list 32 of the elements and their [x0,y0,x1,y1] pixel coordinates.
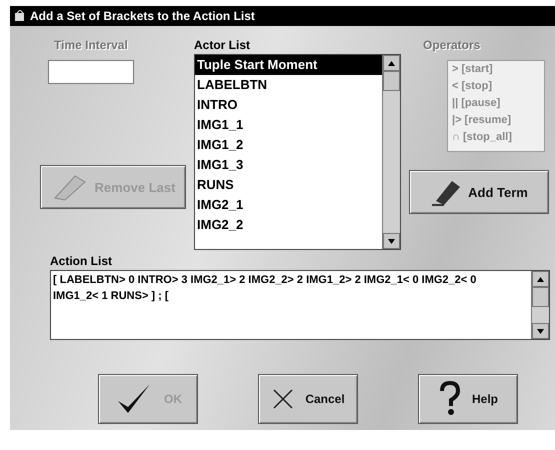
close-icon [271,387,296,411]
scroll-up-button[interactable] [532,271,549,287]
cancel-button[interactable]: Cancel [258,374,358,424]
operators-label: Operators [423,38,480,54]
actor-list-item[interactable]: LABELBTN [195,75,382,95]
scroll-up-button[interactable] [383,55,400,71]
actor-list-item[interactable]: IMG1_1 [195,115,382,135]
time-interval-label: Time Interval [54,38,128,54]
down-arrow-icon [537,328,544,334]
scroll-thumb[interactable] [383,71,400,91]
window-title: Add a Set of Brackets to the Action List [30,9,255,23]
actor-list-item[interactable]: IMG1_3 [195,155,382,175]
scroll-down-button[interactable] [383,233,400,249]
scroll-thumb[interactable] [532,287,549,307]
actor-list-item[interactable]: RUNS [195,175,382,195]
actor-list-item[interactable]: IMG2_2 [195,215,382,235]
up-arrow-icon [537,276,544,282]
actor-list-item[interactable]: IMG2_1 [195,195,382,215]
help-button[interactable]: Help [418,374,518,424]
up-arrow-icon [388,60,395,66]
app-icon [14,10,26,22]
add-term-button[interactable]: Add Term [409,170,549,214]
scroll-down-button[interactable] [532,323,549,339]
action-list-text: [ LABELBTN> 0 INTRO> 3 IMG2_1> 2 IMG2_2> 2 IMG1_2> 2 IMG2_1< 0 IMG2_2< 0 IMG1_2< 1 RUNS> ] ; [ [52,273,478,304]
help-icon [438,381,462,417]
actor-list-item[interactable]: Tuple Start Moment [195,55,382,75]
actor-list-label: Actor List [194,38,250,52]
actor-list-item[interactable]: INTRO [195,95,382,115]
actor-list-item[interactable]: IMG1_2 [195,135,382,155]
action-list-label: Action List [50,254,113,270]
action-list-field[interactable]: [ LABELBTN> 0 INTRO> 3 IMG2_1> 2 IMG2_2> 2 IMG1_2> 2 IMG2_1< 0 IMG2_2< 0 IMG1_2< 1 RUNS> ] ; [ [50,270,550,340]
down-arrow-icon [388,238,395,244]
